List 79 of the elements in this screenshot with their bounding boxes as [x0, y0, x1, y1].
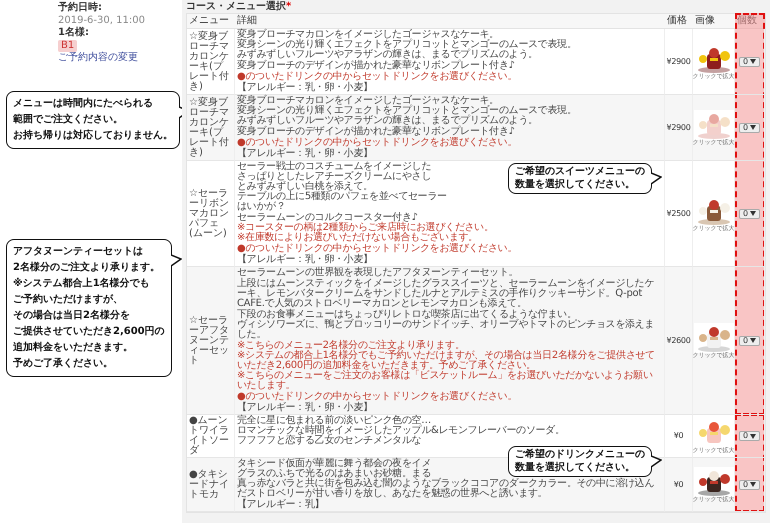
description-text: 変身シーンの光り輝くエフェクトをアプリコットとマンゴーのムースで表現。 — [237, 106, 577, 116]
quantity-select[interactable]: 0 — [738, 336, 760, 346]
description-text: セーラームーンのコルクコースター付き♪ — [237, 213, 418, 223]
quantity-select[interactable]: 0 — [738, 431, 760, 441]
caret-icon — [750, 338, 756, 343]
description-text: 変身ブローチマカロンをイメージしたゴージャスなケーキ。 — [237, 96, 499, 106]
quantity-select[interactable]: 0 — [738, 480, 760, 490]
description-text: 【アレルギー：乳・卵・小麦】 — [237, 403, 373, 413]
menu-name: ☆セーラーアフタヌーンティーセット — [187, 267, 235, 415]
price: ¥2600 — [666, 336, 690, 344]
description-text: グラスのふちで光るのはあまいお砂糖。まる — [237, 469, 432, 479]
description-text: セーラームーンの世界観を表現したアフタヌーンティーセット。 — [237, 268, 518, 278]
quantity-select[interactable]: 0 — [738, 208, 760, 218]
party-label: 1名様: — [58, 27, 90, 40]
description-text: ●のついたドリンクの中からセットドリンクをお選びください。 — [237, 72, 518, 82]
description-text: タキシード仮面が華麗に舞う都会の夜をイメ — [237, 459, 432, 469]
caret-icon — [750, 59, 756, 64]
price: ¥0 — [674, 432, 684, 440]
column-header: 価格 — [665, 14, 693, 29]
callout: ご希望のスイーツメニューの 数量を選択してください。 — [508, 163, 652, 194]
description-text: セーラー戦士のコスチュームをイメージした — [237, 162, 432, 172]
description-text: 【アレルギー：乳・卵・小麦】 — [237, 255, 373, 265]
callout-pointer — [651, 171, 662, 187]
description-text: 下段のお食事メニューはちょっぴりレトロな喫茶店に出てくるような佇まい。 — [237, 310, 577, 320]
menu-name: ●タキシードナイトモカ — [187, 458, 235, 512]
menu-name: ●ムーントワイライトソーダ — [187, 415, 235, 458]
change-reservation-link[interactable]: ご予約内容の変更 — [58, 52, 138, 63]
description-text: 真っ赤なバラと共に街を包み込む闇のようなブラックココアのダークカラー。その中に溶け込んだストロベリーが甘い香りを放し、あなたを魅惑の世界へと誘います。 — [237, 479, 656, 499]
description-text: テーブルの上に5種類のパフェを並べてセーラー — [237, 192, 447, 202]
description-text: みずみずしいフルーツやアラザンの輝きは、まるでプリズムのよう。 — [237, 116, 538, 126]
description-text: 上段にはムーンスティックをイメージしたグラススイーツと、セーラームーンをイメージしたケーキ、レモンバタークリームをサンドしたルナとアルテミスの手作りクッキーサンド。Q-pot CAFE.で人気のストロベリーマカロンとレモンマカロンも添えて。 — [237, 279, 656, 309]
price: ¥2500 — [666, 210, 690, 218]
column-header: 画像 — [693, 14, 735, 29]
description-text: ※システムの都合上1名様分でもご予約いただけますが、その場合は当日2名様分をご提供させていただき2,600円の追加料金をいただきます。予めご了承ください。 — [237, 351, 656, 371]
description-text: 【アレルギー：乳】 — [237, 500, 324, 510]
description-text: 【アレルギー：乳・卵・小麦】 — [237, 149, 373, 159]
description-text: はいかが？ — [237, 202, 286, 212]
description-text: 変身ブローチのデザインが描かれた豪華なリボンプレート付き♪ — [237, 127, 515, 137]
price: ¥0 — [674, 480, 684, 488]
callout: ご希望のドリンクメニューの 数量を選択してください。 — [508, 446, 652, 477]
quantity-select[interactable]: 0 — [738, 56, 760, 66]
description-text: フフフフと恋する乙女のセンチメンタルな — [237, 436, 422, 446]
description-text: みずみずしいフルーツやアラザンの輝きは、まるでプリズムのよう。 — [237, 50, 538, 60]
callout: メニューは時間内にたべられる 範囲でご注文ください。 お持ち帰りは対応しておりません。 — [6, 90, 180, 148]
description-text: 変身ブローチマカロンをイメージしたゴージャスなケーキ。 — [237, 30, 499, 40]
caret-icon — [750, 125, 756, 130]
date-label: 予約日時: — [58, 2, 103, 14]
menu-name: ☆変身ブローチマカロンケーキ(プレート付き) — [187, 95, 235, 161]
section-title: コース・メニュー選択* — [186, 1, 292, 13]
description-text: ※こちらのメニューをご注文のお客様は「ビスケットルーム」をお選びいただかないようお願いいたします。 — [237, 371, 654, 391]
column-header: 詳細 — [235, 14, 665, 29]
description-text: 完全に星に包まれる前の淡いピンク色の空… — [237, 416, 432, 426]
seat-tag: B1 — [58, 40, 78, 52]
reservation-date: 2019-6-30, 11:00 — [58, 14, 146, 26]
quantity-select[interactable]: 0 — [738, 122, 760, 132]
column-header: 個数 — [735, 14, 765, 29]
price: ¥2900 — [666, 58, 690, 66]
callout-pointer — [170, 252, 182, 268]
description-text: ロマンチックな時間をイメージしたアップル&レモンフレーバーのソーダ。 — [237, 426, 565, 436]
menu-name: ☆セーラーリボンマカロンパフェ(ムーン) — [187, 161, 235, 267]
description-text: ※こちらのメニュー2名様分のご注文より承ります。 — [237, 341, 465, 351]
menu-name: ☆変身ブローチマカロンケーキ(プレート付き) — [187, 29, 235, 95]
caret-icon — [750, 211, 756, 216]
description-text: とみずみずしい白桃を添えて。 — [237, 182, 373, 192]
caret-icon — [750, 482, 756, 487]
description-text: 変身ブローチのデザインが描かれた豪華なリボンプレート付き♪ — [237, 61, 515, 71]
column-header: メニュー — [187, 14, 235, 29]
description-text: 変身シーンの光り輝くエフェクトをアプリコットとマンゴーのムースで表現。 — [237, 40, 577, 50]
price: ¥2900 — [666, 124, 690, 132]
description-text: さっぱりとしたレアチーズクリームにやさし — [237, 172, 432, 182]
description-text: ※在庫数によりお選びいただけない場合もございます。 — [237, 233, 478, 243]
description-text: ※コースターの柄は2種類からご来店時にお選びください。 — [237, 223, 494, 233]
description-text: ●のついたドリンクの中からセットドリンクをお選びください。 — [237, 244, 518, 254]
description-text: ●のついたドリンクの中からセットドリンクをお選びください。 — [237, 392, 518, 402]
callout: アフタヌーンティーセットは 2名様分のご注文より承ります。 ※システム都合上1名様分でも ご予約いただけますが、 その場合は当日2名様分を ご提供させていただき2,600円の 追加料金をいただきます。 予めご了承ください。 — [6, 238, 172, 376]
caret-icon — [750, 434, 756, 438]
description-text: 【アレルギー：乳・卵・小麦】 — [237, 83, 373, 93]
description-text: ヴィシソワーズに、鴨とブロッコリーのサンドイッチ、オリーブやトマトのピンチョスを添えました。 — [237, 320, 656, 340]
description-text: ●のついたドリンクの中からセットドリンクをお選びください。 — [237, 138, 518, 148]
